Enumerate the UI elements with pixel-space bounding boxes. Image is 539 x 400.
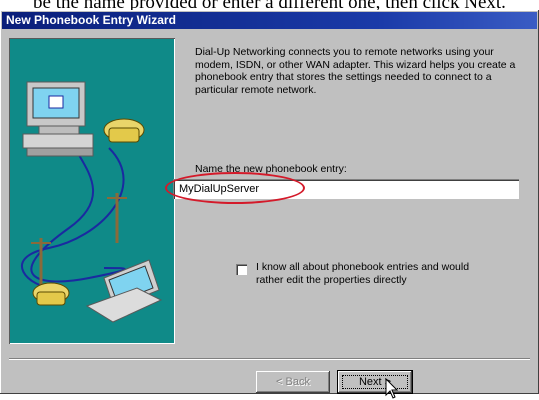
edit-properties-checkbox-label[interactable]: I know all about phonebook entries and w… — [256, 261, 486, 287]
edit-properties-checkbox[interactable] — [236, 264, 247, 275]
button-separator — [9, 358, 530, 360]
wizard-dialog: New Phonebook Entry Wizard Dial-Up Netwo… — [0, 10, 539, 399]
mouse-pointer-icon — [385, 378, 399, 399]
network-illustration-icon — [21, 81, 163, 323]
wizard-description: Dial-Up Networking connects you to remot… — [195, 46, 516, 96]
window-title: New Phonebook Entry Wizard — [2, 12, 537, 29]
next-button[interactable]: Next > — [337, 370, 413, 394]
wizard-illustration — [9, 38, 175, 344]
highlight-ellipse — [165, 172, 305, 204]
back-button[interactable]: < Back — [256, 371, 330, 393]
